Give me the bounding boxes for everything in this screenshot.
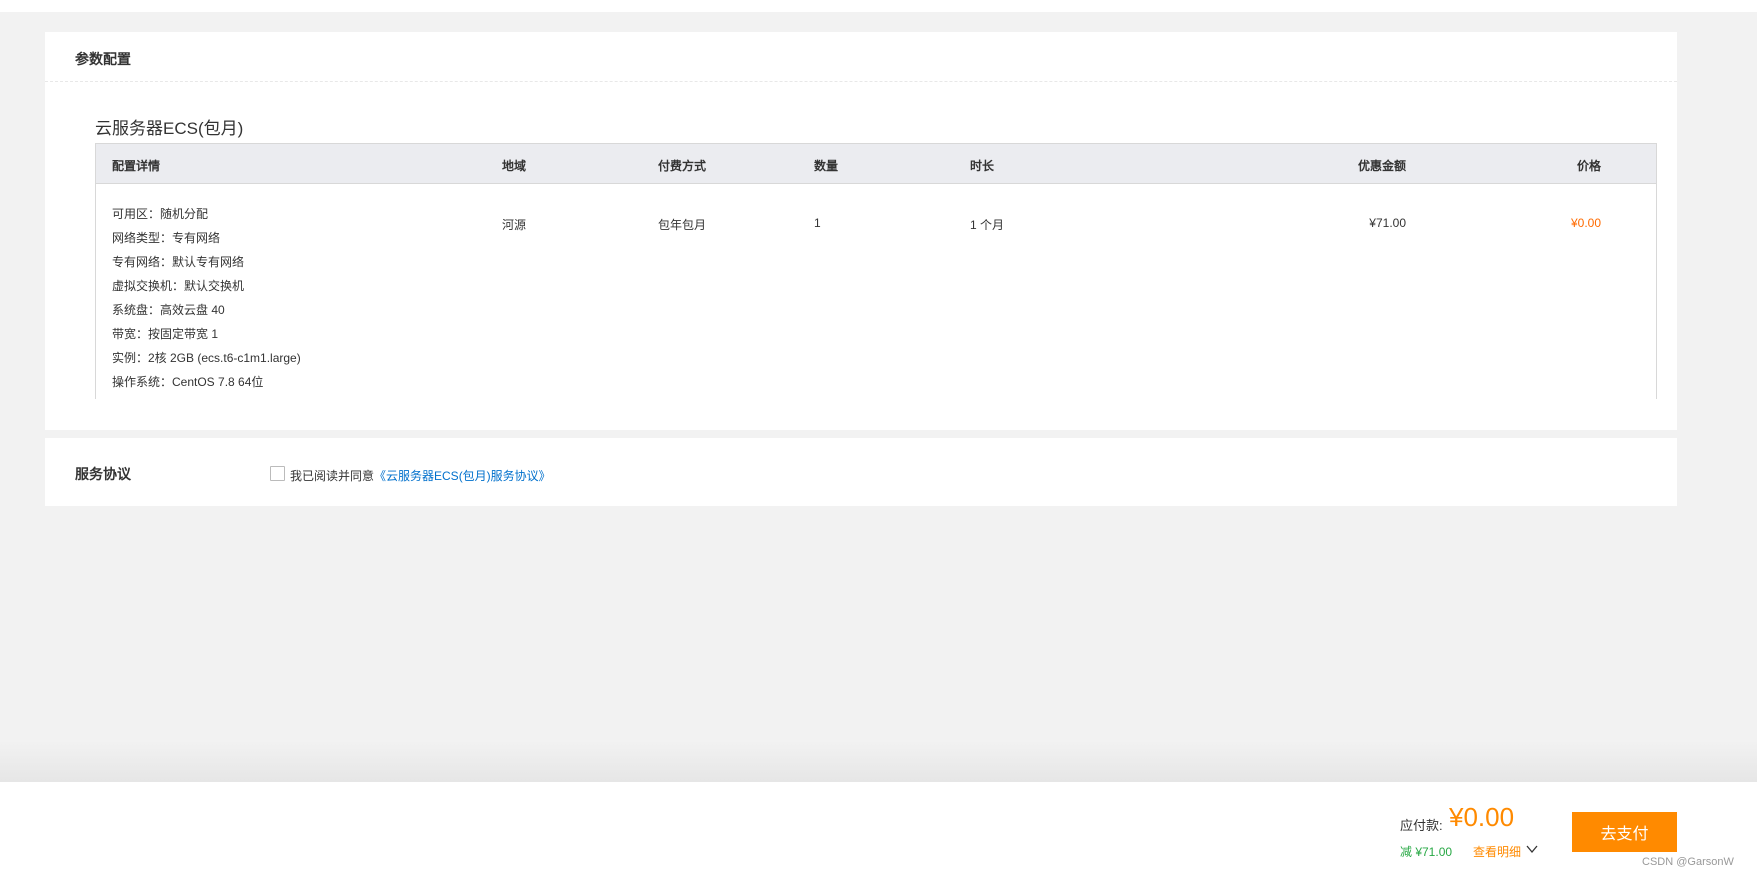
agreement-title: 服务协议 (75, 466, 131, 482)
detail-bandwidth: 带宽：按固定带宽 1 (112, 327, 219, 341)
cell-quantity: 1 (814, 216, 821, 230)
cell-duration: 1 个月 (970, 218, 1005, 232)
header-price: 价格 (1576, 159, 1601, 173)
config-card: 参数配置 云服务器ECS(包月) 配置详情 地域 付费方式 数量 时长 优惠金额… (45, 32, 1677, 430)
top-strip (0, 0, 1757, 12)
detail-zone: 可用区：随机分配 (112, 207, 209, 221)
header-duration: 时长 (970, 159, 995, 173)
agreement-label: 我已阅读并同意 (290, 469, 375, 483)
cell-billing: 包年包月 (658, 218, 707, 232)
cell-price: ¥0.00 (1570, 216, 1601, 230)
agreement-link[interactable]: 《云服务器ECS(包月)服务协议》 (374, 469, 551, 483)
header-region: 地域 (502, 159, 527, 173)
order-table: 配置详情 地域 付费方式 数量 时长 优惠金额 价格 可用区：随机分配 网络类型… (95, 143, 1657, 399)
header-quantity: 数量 (814, 159, 839, 173)
watermark: CSDN @GarsonW (1642, 856, 1734, 868)
config-detail-list: 可用区：随机分配 网络类型：专有网络 专有网络：默认专有网络 虚拟交换机：默认交… (112, 202, 301, 394)
detail-instance: 实例：2核 2GB (ecs.t6-c1m1.large) (112, 351, 301, 365)
chevron-down-icon[interactable] (1526, 844, 1538, 854)
footer-shadow (0, 740, 1757, 782)
table-header-row: 配置详情 地域 付费方式 数量 时长 优惠金额 价格 (96, 144, 1656, 184)
detail-network-type: 网络类型：专有网络 (112, 231, 221, 245)
agreement-text: 我已阅读并同意《云服务器ECS(包月)服务协议》 (290, 467, 551, 484)
product-title: 云服务器ECS(包月) (95, 119, 244, 138)
detail-vpc: 专有网络：默认专有网络 (112, 255, 245, 269)
agreement-checkbox[interactable] (270, 466, 285, 481)
header-config-details: 配置详情 (112, 159, 161, 173)
pay-button[interactable]: 去支付 (1572, 812, 1677, 852)
config-section-title: 参数配置 (45, 32, 1677, 82)
cell-discount: ¥71.00 (1369, 216, 1406, 230)
header-billing: 付费方式 (658, 159, 707, 173)
checkout-footer: 应付款: ¥0.00 减 ¥71.00 查看明细 去支付 CSDN @Garso… (0, 782, 1757, 876)
discount-amount: 减 ¥71.00 (1400, 845, 1453, 859)
detail-vswitch: 虚拟交换机：默认交换机 (112, 279, 245, 293)
pay-amount: ¥0.00 (1449, 802, 1515, 832)
agreement-card: 服务协议 我已阅读并同意《云服务器ECS(包月)服务协议》 (45, 438, 1677, 506)
table-row: 可用区：随机分配 网络类型：专有网络 专有网络：默认专有网络 虚拟交换机：默认交… (96, 184, 1656, 399)
pay-label: 应付款: (1400, 818, 1443, 833)
detail-os: 操作系统：CentOS 7.8 64位 (112, 375, 264, 389)
cell-region: 河源 (502, 218, 527, 232)
header-discount: 优惠金额 (1357, 159, 1406, 173)
view-details-link[interactable]: 查看明细 (1473, 843, 1521, 860)
detail-system-disk: 系统盘：高效云盘 40 (112, 303, 225, 317)
